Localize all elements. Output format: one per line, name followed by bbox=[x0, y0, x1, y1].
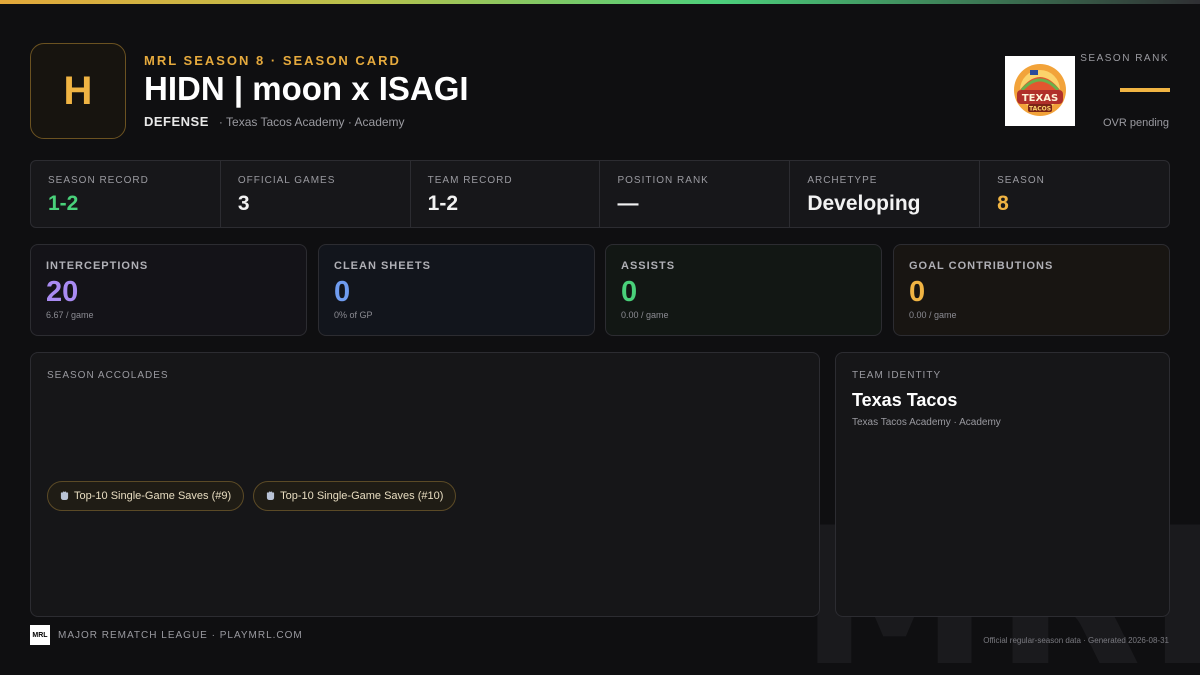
stat-official-games: OFFICIAL GAMES 3 bbox=[221, 161, 411, 227]
stat-label: SEASON bbox=[997, 175, 1045, 186]
metric-value: 0 bbox=[909, 276, 926, 308]
metric-card-interceptions: INTERCEPTIONS 20 6.67 / game bbox=[30, 244, 307, 336]
team-identity-panel: TEAM IDENTITY Texas Tacos Texas Tacos Ac… bbox=[835, 352, 1170, 617]
player-subline: DEFENSE · Texas Tacos Academy · Academy bbox=[144, 114, 405, 129]
stat-label: POSITION RANK bbox=[617, 175, 709, 186]
metric-value: 0 bbox=[334, 276, 351, 308]
accolade-text: Top-10 Single-Game Saves (#9) bbox=[74, 490, 232, 502]
footer-league-text: MAJOR REMATCH LEAGUE · PLAYMRL.COM bbox=[58, 630, 303, 641]
stat-label: ARCHETYPE bbox=[807, 175, 878, 186]
metric-label: CLEAN SHEETS bbox=[334, 260, 431, 272]
metric-subtext: 0% of GP bbox=[334, 310, 373, 320]
stat-value: Developing bbox=[807, 192, 921, 215]
player-name: HIDN | moon x ISAGI bbox=[144, 70, 469, 107]
stat-value: 8 bbox=[997, 192, 1009, 215]
mrl-logo: MRL bbox=[30, 625, 50, 645]
metric-label: GOAL CONTRIBUTIONS bbox=[909, 260, 1054, 272]
svg-text:TACOS: TACOS bbox=[1029, 106, 1051, 113]
metric-card-assists: ASSISTS 0 0.00 / game bbox=[605, 244, 882, 336]
svg-text:TEXAS: TEXAS bbox=[1022, 93, 1058, 104]
accolade-badges: Top-10 Single-Game Saves (#9) Top-10 Sin… bbox=[47, 481, 457, 511]
team-logo: TEXAS TACOS bbox=[1005, 56, 1075, 126]
ovr-status: OVR pending bbox=[1102, 117, 1169, 129]
player-position: DEFENSE bbox=[144, 114, 209, 129]
metric-label: ASSISTS bbox=[621, 260, 676, 272]
accolade-badge: Top-10 Single-Game Saves (#10) bbox=[253, 481, 457, 511]
stat-value: 3 bbox=[237, 192, 250, 215]
metric-value: 0 bbox=[621, 276, 638, 308]
team-subline: Texas Tacos Academy · Academy bbox=[852, 417, 1001, 428]
season-card-eyebrow: MRL SEASON 8 · SEASON CARD bbox=[144, 53, 401, 68]
metric-subtext: 0.00 / game bbox=[909, 310, 957, 320]
player-avatar: H bbox=[30, 43, 126, 139]
season-rank-label: SEASON RANK bbox=[1080, 53, 1169, 64]
stat-team-record: TEAM RECORD 1-2 bbox=[411, 161, 601, 227]
metric-card-goal-contributions: GOAL CONTRIBUTIONS 0 0.00 / game bbox=[893, 244, 1170, 336]
footer-generated-text: Official regular-season data · Generated… bbox=[983, 636, 1169, 645]
stat-archetype: ARCHETYPE Developing bbox=[790, 161, 981, 227]
stat-label: SEASON RECORD bbox=[48, 175, 149, 186]
glove-icon bbox=[60, 491, 69, 501]
stat-position-rank: POSITION RANK — bbox=[600, 161, 791, 227]
metric-subtext: 6.67 / game bbox=[46, 310, 94, 320]
season-rank-empty-dash bbox=[1120, 88, 1170, 92]
stat-value: — bbox=[617, 192, 639, 215]
stat-value: 1-2 bbox=[48, 192, 79, 215]
accolade-badge: Top-10 Single-Game Saves (#9) bbox=[47, 481, 245, 511]
stat-value: 1-2 bbox=[427, 192, 459, 215]
stat-label: OFFICIAL GAMES bbox=[237, 175, 336, 186]
metric-label: INTERCEPTIONS bbox=[46, 260, 149, 272]
metric-card-clean-sheets: CLEAN SHEETS 0 0% of GP bbox=[318, 244, 595, 336]
stat-season: SEASON 8 bbox=[980, 161, 1169, 227]
accolade-text: Top-10 Single-Game Saves (#10) bbox=[280, 490, 444, 502]
stat-label: TEAM RECORD bbox=[427, 175, 513, 186]
top-gradient-bar bbox=[0, 0, 1200, 4]
season-accolades-panel: SEASON ACCOLADES Top-10 Single-Game Save… bbox=[30, 352, 820, 617]
panel-label: TEAM IDENTITY bbox=[852, 370, 942, 381]
player-team-line: · Texas Tacos Academy · Academy bbox=[218, 115, 405, 129]
metric-value: 20 bbox=[46, 276, 79, 308]
stat-season-record: SEASON RECORD 1-2 bbox=[31, 161, 221, 227]
season-stat-strip: SEASON RECORD 1-2 OFFICIAL GAMES 3 TEAM … bbox=[30, 160, 1170, 228]
texas-tacos-logo-icon: TEXAS TACOS bbox=[1014, 64, 1066, 116]
panel-label: SEASON ACCOLADES bbox=[47, 370, 169, 381]
glove-icon bbox=[267, 491, 275, 501]
team-name: Texas Tacos bbox=[852, 390, 958, 410]
metric-subtext: 0.00 / game bbox=[621, 310, 669, 320]
